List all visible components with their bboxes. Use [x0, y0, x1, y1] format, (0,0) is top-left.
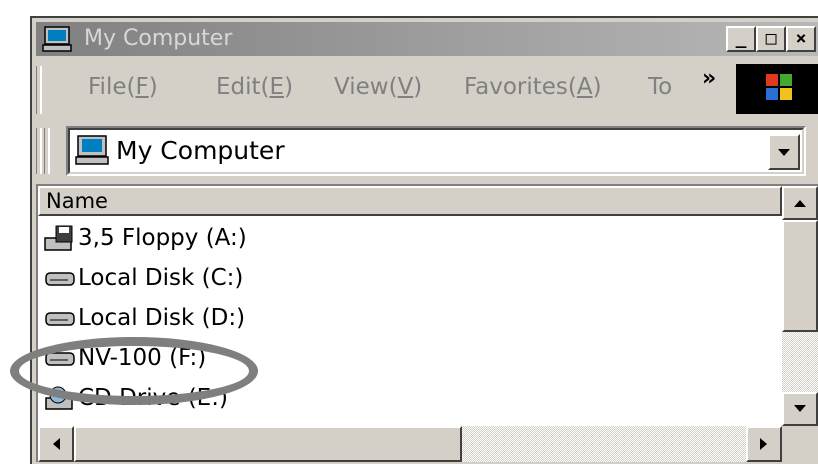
computer-icon: [75, 135, 109, 165]
menubar-grip[interactable]: [36, 66, 42, 114]
computer-icon: [42, 26, 72, 52]
hard-disk-icon: [45, 272, 75, 286]
address-bar: My Computer: [36, 124, 818, 180]
chevron-down-icon: [778, 149, 790, 156]
address-dropdown-button[interactable]: [768, 134, 800, 170]
list-item[interactable]: Local Disk (C:): [44, 258, 784, 298]
vertical-scrollbar[interactable]: [782, 186, 818, 426]
scroll-down-button[interactable]: [782, 392, 818, 426]
minimize-button[interactable]: _: [726, 26, 756, 52]
scroll-left-button[interactable]: [38, 426, 74, 462]
arrow-right-icon: [760, 438, 767, 450]
windows-flag-icon: [766, 74, 792, 100]
menu-bar: File(F) Edit(E) View(V) Favorites(A) To …: [36, 62, 818, 118]
maximize-button[interactable]: □: [756, 26, 786, 52]
address-value: My Computer: [116, 136, 285, 165]
close-button[interactable]: ×: [786, 26, 816, 52]
floppy-drive-icon: [44, 225, 73, 251]
scroll-right-button[interactable]: [746, 426, 782, 462]
menu-view[interactable]: View(V): [334, 72, 422, 102]
addressbar-grip-2[interactable]: [44, 128, 50, 174]
arrow-down-icon: [794, 405, 806, 412]
windows-logo: [736, 64, 818, 114]
address-combobox[interactable]: My Computer: [66, 126, 806, 176]
vertical-scroll-thumb[interactable]: [782, 220, 818, 332]
title-bar[interactable]: My Computer _ □ ×: [36, 22, 818, 56]
menu-tools[interactable]: To: [648, 72, 672, 102]
window-title: My Computer: [84, 26, 233, 51]
addressbar-grip[interactable]: [36, 128, 42, 174]
horizontal-scrollbar[interactable]: [38, 426, 782, 462]
hard-disk-icon: [45, 312, 75, 326]
menu-edit[interactable]: Edit(E): [216, 72, 293, 102]
list-item[interactable]: Local Disk (D:): [44, 298, 784, 338]
arrow-up-icon: [794, 200, 806, 207]
highlight-ellipse: [10, 337, 258, 405]
menu-file[interactable]: File(F): [88, 72, 158, 102]
scrollbar-corner: [782, 426, 818, 462]
list-item-label: Local Disk (D:): [78, 305, 246, 331]
list-item[interactable]: 3,5 Floppy (A:): [44, 218, 784, 258]
horizontal-scroll-thumb[interactable]: [74, 426, 462, 462]
arrow-left-icon: [53, 438, 60, 450]
menu-favorites[interactable]: Favorites(A): [464, 72, 602, 102]
drive-list-view[interactable]: Name 3,5 Floppy (A:) Local Disk (C:) Loc…: [36, 184, 818, 462]
list-item-label: 3,5 Floppy (A:): [78, 225, 247, 251]
menu-overflow-chevron[interactable]: »: [702, 66, 716, 91]
scroll-up-button[interactable]: [782, 186, 818, 220]
column-header-name[interactable]: Name: [38, 186, 782, 216]
list-item-label: Local Disk (C:): [78, 265, 244, 291]
